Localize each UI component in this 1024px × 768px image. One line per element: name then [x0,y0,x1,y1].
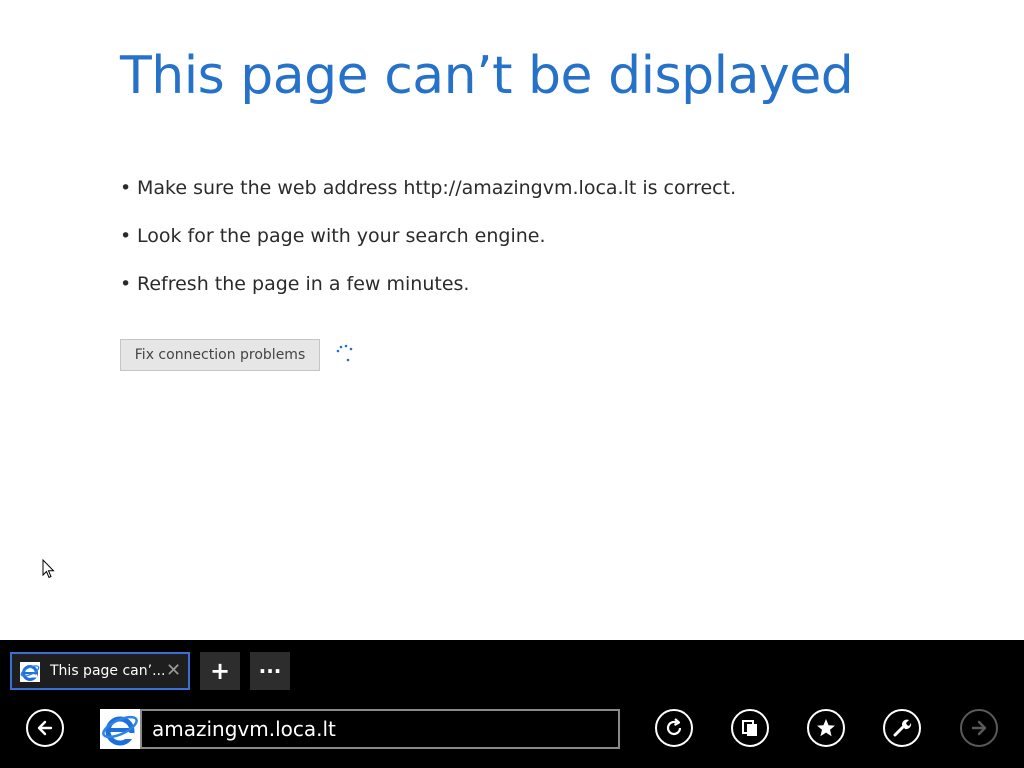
forward-button[interactable] [960,709,998,747]
favorites-button[interactable] [807,709,845,747]
tab-tools-button[interactable]: ··· [250,652,290,690]
ie-logo-icon [20,662,40,682]
pin-icon [742,720,757,736]
close-icon[interactable]: ✕ [166,660,181,681]
fix-connection-button[interactable]: Fix connection problems [120,339,320,371]
page-title: This page can’t be displayed [120,46,854,106]
ie-logo-icon [100,709,140,749]
tab-current[interactable]: This page can’... ✕ [10,652,190,690]
mouse-cursor-icon [42,559,55,579]
loading-spinner-icon [336,344,353,362]
tools-button[interactable] [883,709,921,747]
suggestion-text: Look for the page with your search engin… [137,225,546,247]
suggestion-list: • Make sure the web address http://amazin… [120,174,736,318]
pin-to-start-button[interactable] [731,709,769,747]
back-icon [37,720,53,736]
list-item: • Make sure the web address http://amazin… [120,174,736,222]
refresh-button[interactable] [655,709,693,747]
forward-icon [971,720,987,736]
suggestion-text: Refresh the page in a few minutes. [137,273,470,295]
suggestion-text: Make sure the web address http://amazing… [137,177,737,199]
address-input[interactable] [140,709,620,749]
page-content: This page can’t be displayed • Make sure … [0,0,1024,640]
list-item: • Look for the page with your search engi… [120,222,736,270]
refresh-icon [666,718,682,736]
bullet: • [120,225,132,247]
tab-label: This page can’... [50,663,166,679]
list-item: • Refresh the page in a few minutes. [120,270,736,318]
new-tab-button[interactable]: + [200,652,240,690]
bullet: • [120,273,132,295]
bullet: • [120,177,132,199]
back-button[interactable] [26,709,64,747]
favorites-icon [817,719,835,737]
tools-icon [893,719,912,737]
